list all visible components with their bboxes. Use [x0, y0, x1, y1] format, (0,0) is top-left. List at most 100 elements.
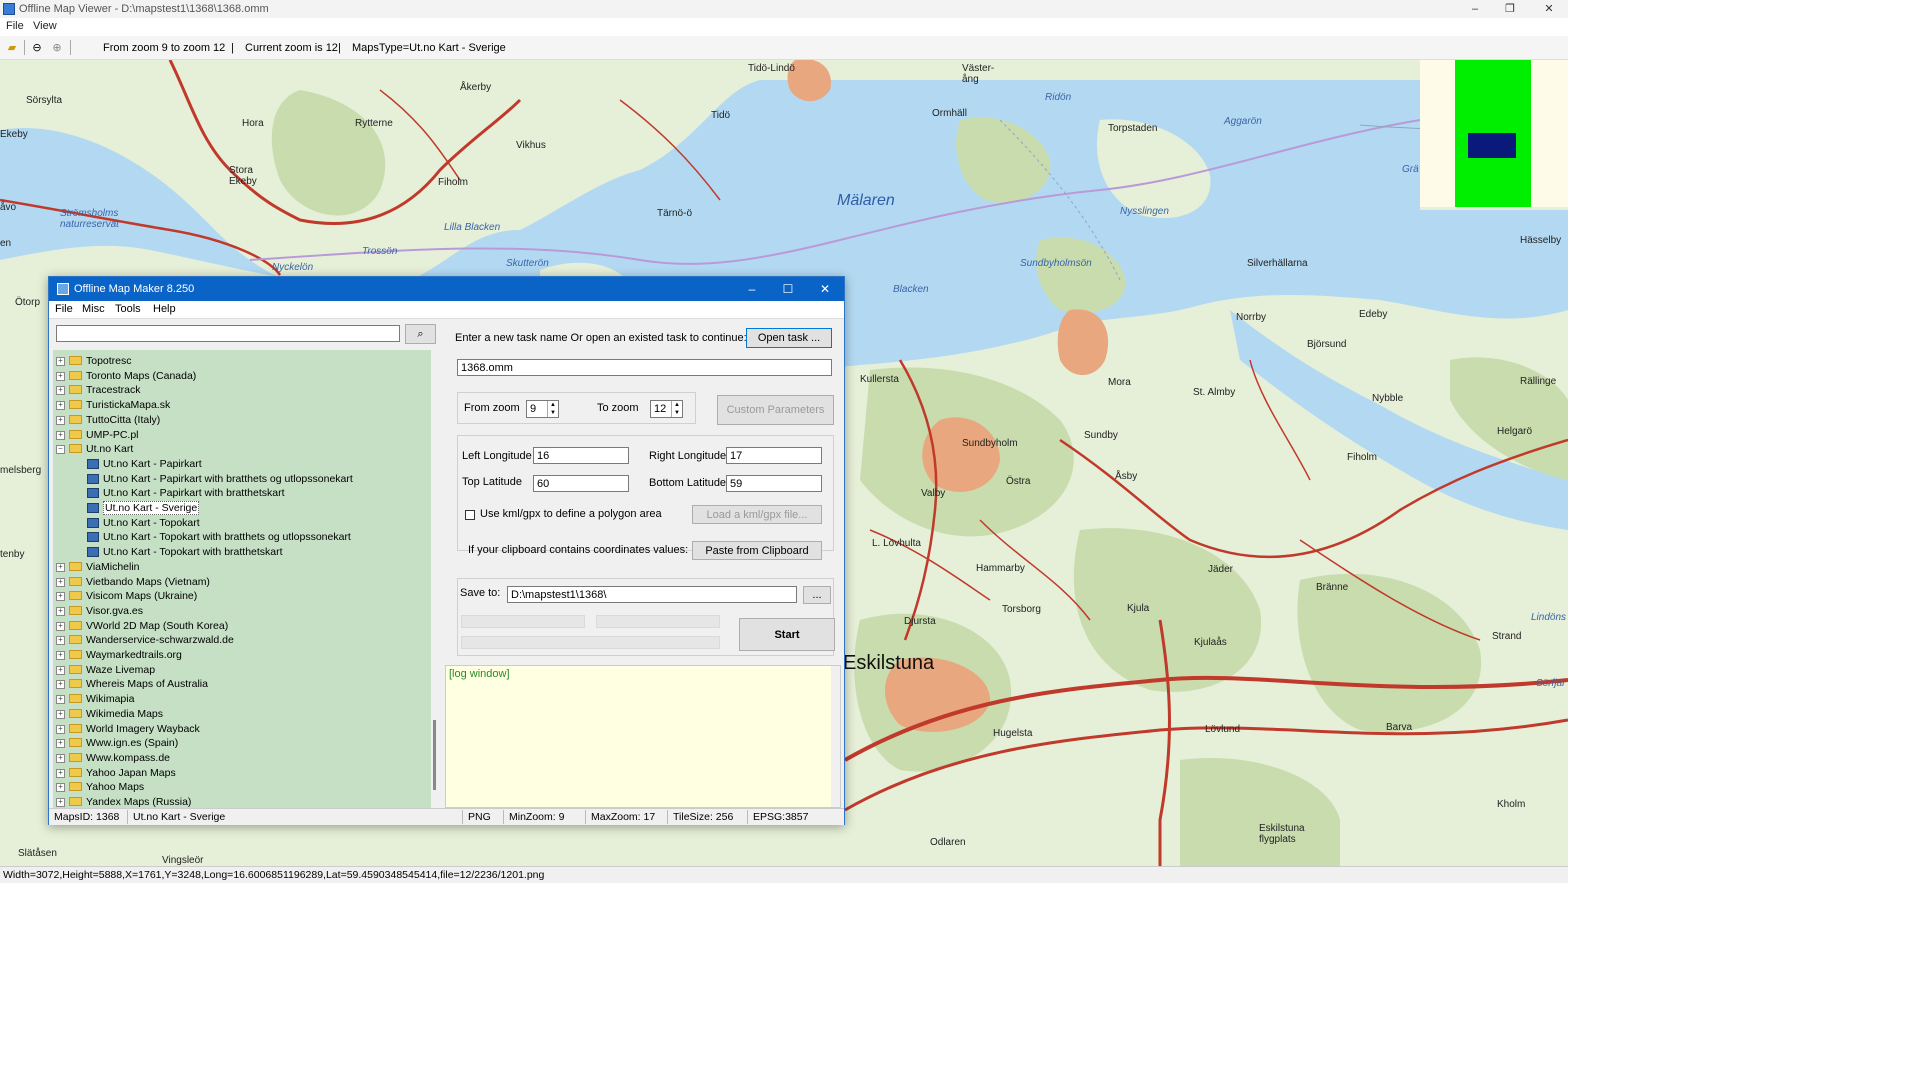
tree-map-item[interactable]: Ut.no Kart - Topokart with bratthetskart — [53, 545, 431, 560]
log-scrollbar[interactable] — [831, 666, 840, 807]
tree-folder-item[interactable]: + Yahoo Maps — [53, 780, 431, 795]
expand-icon[interactable]: + — [56, 606, 65, 616]
open-task-button[interactable]: Open task ... — [746, 328, 832, 348]
tree-folder-item[interactable]: + Yahoo Japan Maps — [53, 766, 431, 781]
tree-map-item[interactable]: Ut.no Kart - Papirkart with bratthets og… — [53, 472, 431, 487]
expand-icon[interactable]: + — [56, 636, 65, 646]
expand-icon[interactable]: + — [56, 430, 65, 440]
tree-folder-item[interactable]: + World Imagery Wayback — [53, 722, 431, 737]
expand-icon[interactable]: + — [56, 415, 65, 425]
expand-icon[interactable]: + — [56, 753, 65, 763]
tree-folder-item[interactable]: + Visicom Maps (Ukraine) — [53, 589, 431, 604]
custom-parameters-button[interactable]: Custom Parameters — [717, 395, 834, 425]
expand-icon[interactable]: + — [56, 709, 65, 719]
tree-folder-item[interactable]: + TuttoCitta (Italy) — [53, 413, 431, 428]
expand-icon[interactable]: + — [56, 577, 65, 587]
tree-map-item[interactable]: Ut.no Kart - Topokart — [53, 516, 431, 531]
expand-icon[interactable]: + — [56, 651, 65, 660]
top-latitude-input[interactable] — [533, 475, 629, 492]
tree-folder-item[interactable]: + Wikimedia Maps — [53, 707, 431, 722]
tree-folder-item[interactable]: + Tracestrack — [53, 383, 431, 398]
from-zoom-value: 9 — [530, 403, 537, 415]
dialog-menu-file[interactable]: File — [55, 303, 73, 315]
bottom-latitude-input[interactable] — [726, 475, 822, 492]
tree-folder-item[interactable]: + Visor.gva.es — [53, 604, 431, 619]
tree-folder-item[interactable]: + Topotresc — [53, 354, 431, 369]
map-search-input[interactable] — [56, 325, 400, 342]
map-source-tree[interactable]: + Topotresc + Toronto Maps (Canada) + Tracest… — [53, 350, 431, 808]
to-zoom-spinner[interactable]: 12 ▲ ▼ — [650, 400, 683, 418]
zoom-out-icon[interactable]: ⊖ — [30, 41, 44, 55]
tree-folder-item[interactable]: + TuristickaMapa.sk — [53, 398, 431, 413]
menu-view[interactable]: View — [33, 20, 57, 32]
overview-minimap[interactable] — [1420, 60, 1568, 207]
tree-folder-item[interactable]: + Yandex Maps (Russia) — [53, 795, 431, 808]
expand-icon[interactable]: + — [56, 665, 65, 675]
tree-map-item[interactable]: Ut.no Kart - Topokart with bratthets og … — [53, 530, 431, 545]
tree-folder-item[interactable]: + Www.kompass.de — [53, 751, 431, 766]
browse-button[interactable]: ... — [803, 586, 831, 604]
tree-map-item[interactable]: Ut.no Kart - Papirkart with bratthetskar… — [53, 486, 431, 501]
expand-icon[interactable]: + — [56, 783, 65, 793]
tree-folder-item[interactable]: + Waze Livemap — [53, 663, 431, 678]
menu-file[interactable]: File — [6, 20, 24, 32]
tree-folder-item[interactable]: + Toronto Maps (Canada) — [53, 369, 431, 384]
expand-icon[interactable]: + — [56, 592, 65, 602]
dialog-menu-help[interactable]: Help — [153, 303, 176, 315]
dialog-close-icon[interactable]: ✕ — [817, 281, 833, 297]
use-kml-checkbox[interactable] — [465, 510, 475, 520]
expand-icon[interactable]: + — [56, 739, 65, 749]
tree-map-item[interactable]: Ut.no Kart - Sverige — [53, 501, 431, 516]
tree-folder-item[interactable]: + UMP-PC.pl — [53, 428, 431, 443]
load-kml-button[interactable]: Load a kml/gpx file... — [692, 505, 822, 524]
expand-icon[interactable]: + — [56, 401, 65, 411]
search-button[interactable]: ⌕ — [405, 324, 436, 344]
tree-folder-item[interactable]: + Whereis Maps of Australia — [53, 677, 431, 692]
expand-icon[interactable]: + — [56, 768, 65, 778]
close-icon[interactable]: ✕ — [1542, 2, 1556, 16]
spin-up-icon[interactable]: ▲ — [547, 401, 558, 409]
tree-folder-item[interactable]: + Waymarkedtrails.org — [53, 648, 431, 663]
right-longitude-input[interactable] — [726, 447, 822, 464]
expand-icon[interactable]: + — [56, 798, 65, 807]
minimap-viewport-rect[interactable] — [1468, 133, 1516, 158]
tree-folder-item[interactable]: + ViaMichelin — [53, 560, 431, 575]
save-to-input[interactable] — [507, 586, 797, 603]
dialog-minimize-icon[interactable]: – — [744, 281, 760, 297]
zoom-in-icon[interactable]: ⊕ — [50, 41, 64, 55]
open-folder-icon[interactable]: ▰ — [5, 41, 19, 55]
tree-scrollbar-thumb[interactable] — [433, 720, 436, 790]
expand-icon[interactable]: + — [56, 386, 65, 396]
tree-folder-item[interactable]: + VWorld 2D Map (South Korea) — [53, 619, 431, 634]
start-button[interactable]: Start — [739, 618, 835, 651]
expand-icon[interactable]: + — [56, 621, 65, 631]
spin-up-icon[interactable]: ▲ — [671, 401, 682, 409]
restore-icon[interactable]: ❐ — [1503, 2, 1517, 16]
dialog-maximize-icon[interactable]: ☐ — [780, 281, 796, 297]
tree-folder-item[interactable]: + Vietbando Maps (Vietnam) — [53, 575, 431, 590]
tree-map-item[interactable]: Ut.no Kart - Papirkart — [53, 457, 431, 472]
log-window[interactable]: [log window] — [445, 665, 841, 808]
expand-icon[interactable]: + — [56, 680, 65, 690]
tree-folder-item[interactable]: + Wikimapia — [53, 692, 431, 707]
minimize-icon[interactable]: – — [1468, 2, 1482, 16]
tree-scrollbar[interactable] — [431, 350, 439, 808]
expand-icon[interactable]: + — [56, 724, 65, 734]
paste-from-clipboard-button[interactable]: Paste from Clipboard — [692, 541, 822, 560]
expand-icon[interactable]: + — [56, 371, 65, 381]
tree-folder-item[interactable]: + Www.ign.es (Spain) — [53, 736, 431, 751]
map-layer-icon — [87, 503, 99, 513]
dialog-menu-tools[interactable]: Tools — [115, 303, 141, 315]
left-longitude-input[interactable] — [533, 447, 629, 464]
expand-icon[interactable]: + — [56, 357, 65, 366]
from-zoom-spinner[interactable]: 9 ▲ ▼ — [526, 400, 559, 418]
expand-icon[interactable]: + — [56, 695, 65, 705]
expand-icon[interactable]: + — [56, 562, 65, 572]
tree-folder-item[interactable]: + Wanderservice-schwarzwald.de — [53, 633, 431, 648]
tree-folder-item[interactable]: − Ut.no Kart — [53, 442, 431, 457]
spin-down-icon[interactable]: ▼ — [671, 409, 682, 417]
spin-down-icon[interactable]: ▼ — [547, 409, 558, 417]
collapse-icon[interactable]: − — [56, 445, 65, 455]
task-name-input[interactable] — [457, 359, 832, 376]
dialog-menu-misc[interactable]: Misc — [82, 303, 105, 315]
